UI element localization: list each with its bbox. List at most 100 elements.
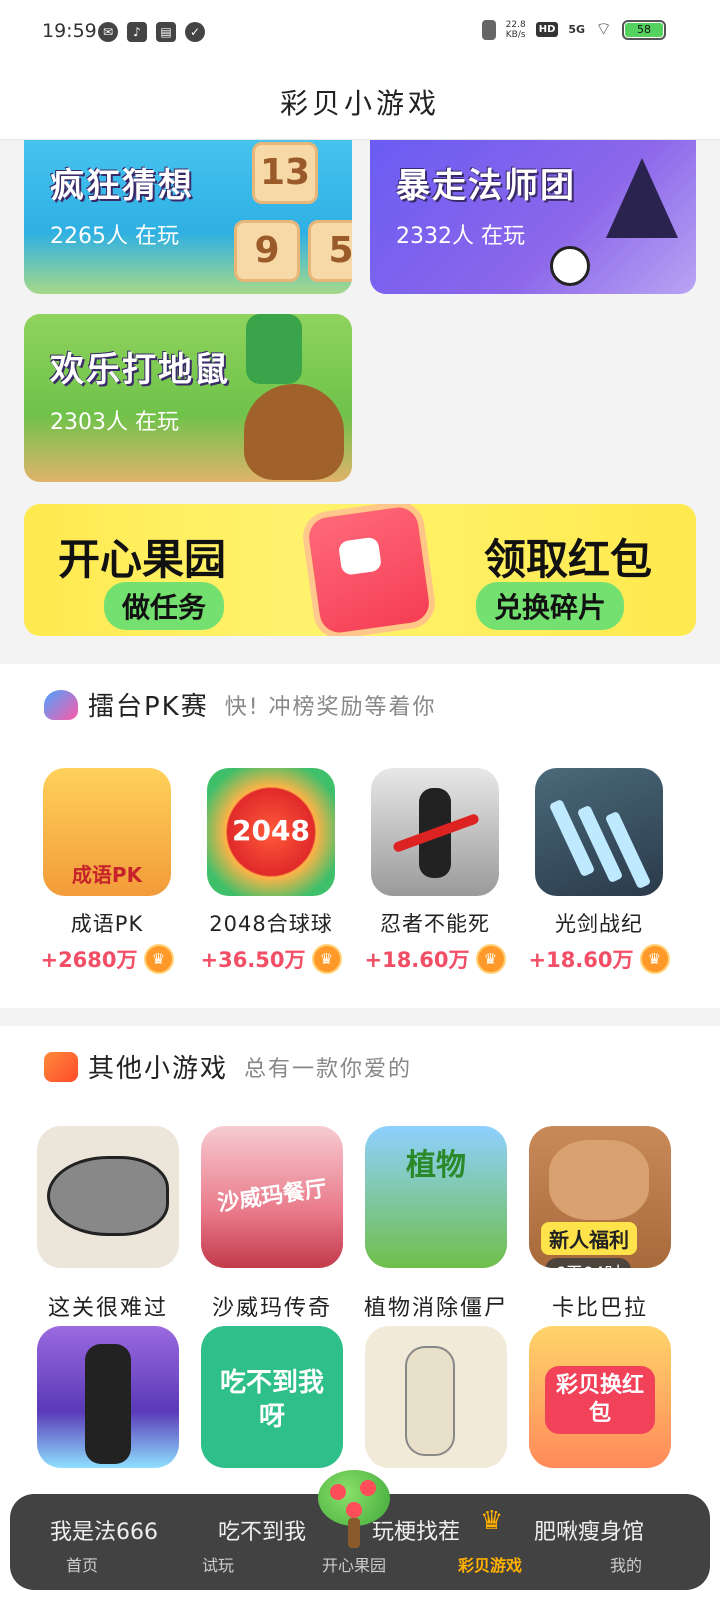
other-game-capybara[interactable]: 新人福利 6天04时 卡比巴拉 bbox=[516, 1126, 684, 1322]
thumb-label: 吃不到我呀 bbox=[219, 1368, 324, 1432]
number-tile: 9 bbox=[234, 220, 300, 282]
mole-icon bbox=[244, 384, 344, 480]
notification-icons: ✉ ♪ ▤ ✓ bbox=[98, 22, 205, 42]
net-speed: 22.8 KB/s bbox=[506, 20, 526, 40]
page-title: 彩贝小游戏 bbox=[279, 87, 440, 120]
game-thumbnail: 成语PK bbox=[43, 768, 171, 896]
countdown-tag: 6天04时 bbox=[545, 1258, 632, 1268]
thumb-label: 2048 bbox=[232, 814, 310, 847]
game-card-title: 暴走法师团 bbox=[396, 166, 576, 206]
other-game-name: 沙威玛传奇 bbox=[211, 1296, 332, 1321]
other-game-plants[interactable]: 植物 植物消除僵尸 bbox=[352, 1126, 520, 1322]
trophy-icon bbox=[44, 689, 78, 720]
app-header: 彩贝小游戏 bbox=[0, 64, 720, 140]
pk-reward: +18.60万 ♛ bbox=[524, 944, 674, 974]
other-section-header: 其他小游戏 总有一款你爱的 bbox=[44, 1048, 412, 1085]
game-thumbnail: 吃不到我呀 bbox=[201, 1326, 343, 1468]
game-card-whack-mole[interactable]: 欢乐打地鼠 2303人 在玩 bbox=[24, 314, 352, 482]
star-badge-icon bbox=[44, 1051, 78, 1082]
nav-label: 首页 bbox=[65, 1556, 98, 1575]
pk-reward-value: +18.60万 bbox=[528, 948, 634, 972]
wifi-icon: ⌔ bbox=[595, 19, 612, 40]
banner-left-tag: 做任务 bbox=[104, 582, 225, 630]
other-game-name: 植物消除僵尸 bbox=[363, 1296, 508, 1321]
other-section-subtitle: 总有一款你爱的 bbox=[244, 1056, 413, 1082]
other-game-hard-level[interactable]: 这关很难过 bbox=[24, 1126, 192, 1322]
game-card-crazy-guess[interactable]: 疯狂猜想 2265人 在玩 13 9 5 bbox=[24, 140, 352, 294]
pk-reward-value: +36.50万 bbox=[200, 948, 306, 972]
nav-caibei-games[interactable]: ♛ 彩贝游戏 bbox=[440, 1506, 540, 1576]
thumb-label: 成语PK bbox=[71, 863, 143, 887]
fruit bbox=[360, 1480, 376, 1496]
status-time: 19:59 bbox=[42, 20, 97, 42]
game-card-title: 欢乐打地鼠 bbox=[50, 350, 230, 390]
nav-orchard[interactable]: 开心果园 bbox=[304, 1552, 404, 1576]
other-game-redpacket[interactable]: 彩贝换红包 bbox=[516, 1326, 684, 1468]
net-speed-unit: KB/s bbox=[505, 29, 526, 40]
other-game-cant-eat-me[interactable]: 吃不到我呀 bbox=[188, 1326, 356, 1468]
nav-home[interactable]: 首页 bbox=[32, 1552, 132, 1576]
crown-coin-icon: ♛ bbox=[143, 944, 174, 974]
capybara-icon bbox=[549, 1140, 649, 1220]
crown-coin-icon: ♛ bbox=[639, 944, 670, 974]
banner-right-tag: 兑换碎片 bbox=[475, 582, 624, 630]
pk-game-name: 光剑战纪 bbox=[555, 912, 643, 936]
thumb-label: 沙威玛餐厅 bbox=[216, 1176, 329, 1217]
wechat-icon: ✉ bbox=[98, 22, 118, 42]
status-bar: 19:59 ✉ ♪ ▤ ✓ 22.8 KB/s HD 5G ⌔ 58 bbox=[0, 0, 720, 64]
game-thumbnail bbox=[371, 768, 499, 896]
banner-left-title: 开心果园 bbox=[58, 535, 227, 584]
signal-5g-icon: 5G bbox=[568, 23, 586, 36]
net-speed-value: 22.8 bbox=[505, 19, 526, 30]
peek-label: 肥啾瘦身馆 bbox=[534, 1520, 645, 1545]
pk-reward: +36.50万 ♛ bbox=[196, 944, 346, 974]
pk-reward: +18.60万 ♛ bbox=[360, 944, 510, 974]
thumb-label: 彩贝换红包 bbox=[545, 1366, 655, 1434]
peek-label: 我是法666 bbox=[50, 1520, 158, 1545]
game-card-title: 疯狂猜想 bbox=[50, 166, 194, 206]
fruit bbox=[346, 1502, 362, 1518]
number-tile: 13 bbox=[252, 142, 318, 204]
orchard-tree-icon[interactable] bbox=[318, 1470, 390, 1550]
nav-profile[interactable]: 我的 bbox=[576, 1552, 676, 1576]
thumb-label: 植物 bbox=[406, 1148, 466, 1183]
game-card-wizard-team[interactable]: 暴走法师团 2332人 在玩 bbox=[370, 140, 696, 294]
inbox-icon: ▤ bbox=[156, 22, 176, 42]
nav-label: 开心果园 bbox=[321, 1556, 386, 1575]
fruit bbox=[330, 1484, 346, 1500]
hammer-icon bbox=[246, 314, 302, 384]
nav-label: 彩贝游戏 bbox=[457, 1556, 522, 1575]
pk-section-subtitle: 快! 冲榜奖励等着你 bbox=[224, 694, 437, 720]
pk-game-ninja[interactable]: 忍者不能死 +18.60万 ♛ bbox=[360, 768, 510, 974]
wizard-hat-icon bbox=[606, 158, 678, 238]
pk-game-2048[interactable]: 2048 2048合球球 +36.50万 ♛ bbox=[196, 768, 346, 974]
game-thumbnail bbox=[535, 768, 663, 896]
game-thumbnail: 新人福利 6天04时 bbox=[529, 1126, 671, 1268]
check-icon: ✓ bbox=[185, 22, 205, 42]
other-game-name: 卡比巴拉 bbox=[551, 1296, 648, 1321]
game-thumbnail: 彩贝换红包 bbox=[529, 1326, 671, 1468]
other-game-agent[interactable] bbox=[24, 1326, 192, 1468]
vibrate-icon bbox=[481, 19, 496, 40]
pk-game-lightsaber[interactable]: 光剑战纪 +18.60万 ♛ bbox=[524, 768, 674, 974]
scholar-figure-icon bbox=[405, 1346, 455, 1456]
pk-reward-value: +2680万 bbox=[40, 948, 138, 972]
battery-level: 58 bbox=[625, 22, 663, 37]
pk-reward-value: +18.60万 bbox=[364, 948, 470, 972]
hd-icon: HD bbox=[535, 22, 559, 37]
pk-game-idiom[interactable]: 成语PK 成语PK +2680万 ♛ bbox=[32, 768, 182, 974]
nav-trial[interactable]: 试玩 bbox=[168, 1552, 268, 1576]
other-game-shawarma[interactable]: 沙威玛餐厅 沙威玛传奇 bbox=[188, 1126, 356, 1322]
pk-game-name: 2048合球球 bbox=[209, 912, 333, 936]
pk-section-title: 擂台PK赛 bbox=[88, 692, 209, 722]
game-thumbnail bbox=[365, 1326, 507, 1468]
game-thumbnail: 植物 bbox=[365, 1126, 507, 1268]
other-game-name: 这关很难过 bbox=[47, 1296, 168, 1321]
game-thumbnail bbox=[37, 1326, 179, 1468]
other-section-title: 其他小游戏 bbox=[88, 1054, 229, 1084]
other-game-meme-diff[interactable] bbox=[352, 1326, 520, 1468]
orchard-banner[interactable]: 开心果园 做任务 领取红包 兑换碎片 bbox=[24, 504, 696, 636]
agent-figure-icon bbox=[85, 1344, 131, 1464]
pk-section: 擂台PK赛 快! 冲榜奖励等着你 成语PK 成语PK +2680万 ♛ 2048… bbox=[0, 664, 720, 1008]
game-thumbnail bbox=[37, 1126, 179, 1268]
